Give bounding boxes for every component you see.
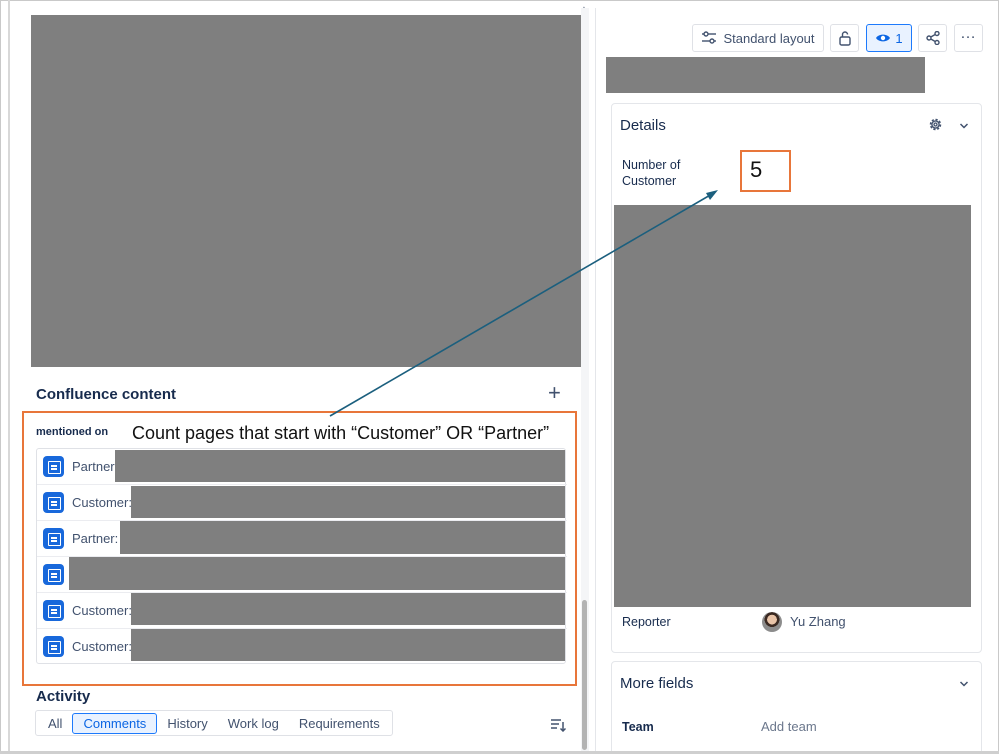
- annotation-arrow: [329, 190, 718, 417]
